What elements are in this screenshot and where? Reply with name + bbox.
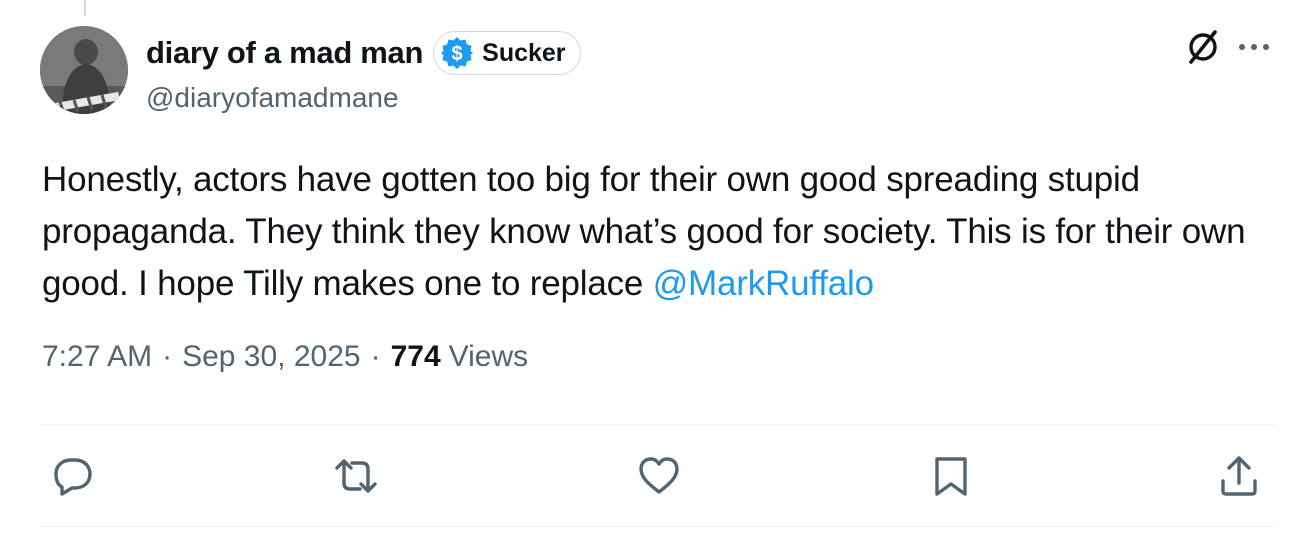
tweet-action-bar bbox=[0, 448, 1306, 504]
bookmark-icon bbox=[935, 457, 967, 496]
bookmark-button[interactable] bbox=[926, 448, 976, 504]
author-name-row: diary of a mad man $ Sucker bbox=[146, 28, 581, 78]
tweet-time[interactable]: 7:27 AM bbox=[42, 340, 152, 374]
repost-button[interactable] bbox=[331, 448, 381, 504]
more-icon[interactable] bbox=[1230, 26, 1278, 68]
avatar-image bbox=[40, 26, 128, 114]
grok-icon[interactable] bbox=[1182, 26, 1224, 68]
author-handle[interactable]: @diaryofamadmane bbox=[146, 82, 399, 114]
divider bbox=[40, 424, 1276, 425]
tweet-detail: diary of a mad man $ Sucker @diaryofamad… bbox=[0, 0, 1306, 558]
dollar-sign-badge-icon: $ bbox=[441, 37, 474, 69]
tweet-body: Honestly, actors have gotten too big for… bbox=[42, 160, 1246, 303]
tweet-date[interactable]: Sep 30, 2025 bbox=[182, 340, 361, 374]
tweet-text: Honestly, actors have gotten too big for… bbox=[42, 154, 1282, 310]
views-label: Views bbox=[448, 340, 529, 373]
tweet-meta: 7:27 AM · Sep 30, 2025 · 774 Views bbox=[42, 340, 528, 374]
mention-link[interactable]: @MarkRuffalo bbox=[653, 264, 874, 303]
meta-separator: · bbox=[162, 340, 173, 373]
repost-icon bbox=[335, 459, 377, 493]
views-count: 774 bbox=[390, 340, 441, 373]
affiliate-badge[interactable]: $ Sucker bbox=[433, 31, 581, 75]
meta-separator: · bbox=[370, 340, 381, 373]
heart-icon bbox=[639, 457, 679, 494]
share-button[interactable] bbox=[1214, 448, 1264, 504]
thread-connector-line bbox=[84, 0, 86, 16]
like-button[interactable] bbox=[634, 448, 684, 504]
author-display-name[interactable]: diary of a mad man bbox=[146, 35, 423, 71]
badge-label: Sucker bbox=[482, 38, 566, 67]
reply-button[interactable] bbox=[48, 448, 98, 504]
svg-text:$: $ bbox=[452, 43, 463, 65]
divider bbox=[40, 526, 1276, 527]
reply-icon bbox=[54, 458, 92, 496]
avatar[interactable] bbox=[40, 26, 128, 114]
share-icon bbox=[1221, 456, 1257, 496]
tweet-top-actions bbox=[1182, 26, 1278, 68]
